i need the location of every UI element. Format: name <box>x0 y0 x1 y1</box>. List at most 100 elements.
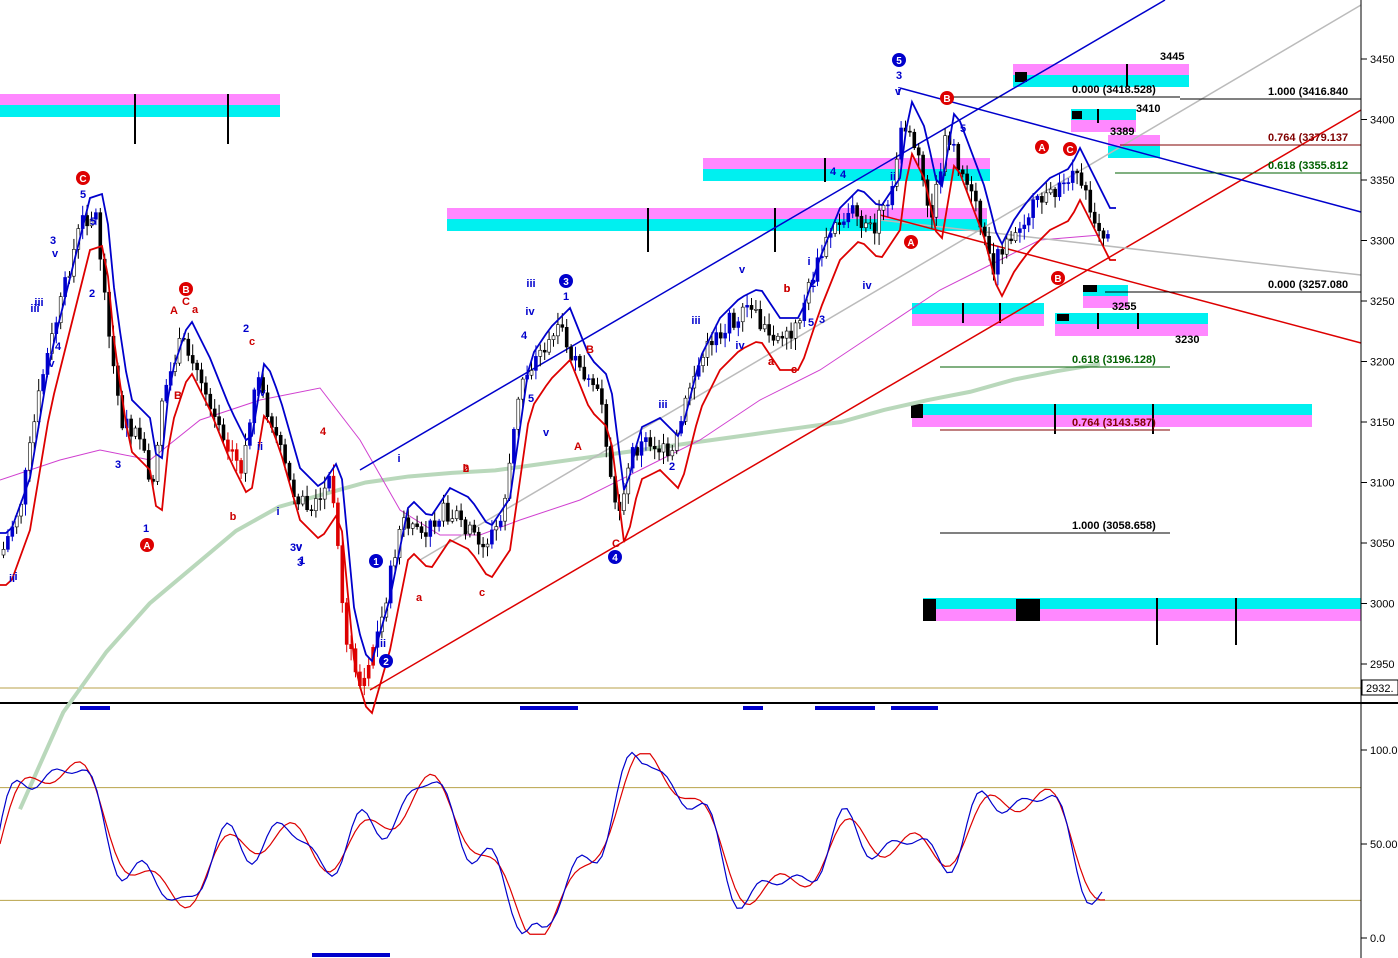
candle-body <box>468 524 472 535</box>
candle-body <box>771 334 776 341</box>
candle-body <box>859 215 864 228</box>
candle-body <box>1018 228 1022 233</box>
candle-body <box>1004 238 1009 255</box>
wave-label-red: B <box>586 344 594 356</box>
candle-body <box>969 184 974 192</box>
y-tick-label: 3050 <box>1370 538 1394 550</box>
candle-body <box>1070 170 1075 183</box>
zone-band <box>0 105 280 117</box>
candle-body <box>718 332 723 339</box>
wave-label-red: a <box>768 356 775 368</box>
zone-band <box>1055 313 1208 325</box>
candle-body <box>1000 249 1005 255</box>
candle-body <box>300 495 305 505</box>
zone-block <box>1072 111 1082 119</box>
candle-body <box>186 338 191 356</box>
candle-body <box>740 306 745 323</box>
candle-body <box>952 143 956 146</box>
candle-body <box>789 330 793 339</box>
candle-body <box>1048 188 1053 194</box>
candle-body <box>463 519 468 535</box>
y-tick-label: 3100 <box>1370 478 1394 490</box>
wave-label-blue: 1 <box>299 555 305 567</box>
candle-body <box>1013 232 1018 242</box>
wave-label-blue: 3 <box>819 314 825 326</box>
zone-band <box>923 598 1361 610</box>
y-tick-label: 3450 <box>1370 54 1394 66</box>
candle-body <box>406 517 411 529</box>
y-tick-label: 3300 <box>1370 236 1394 248</box>
candle-body <box>916 147 921 156</box>
wave-label-circled: 4 <box>612 553 618 564</box>
target-label: 3389 <box>1110 126 1134 138</box>
candle-body <box>1044 192 1049 203</box>
osc-tick-label: 50.00 <box>1370 839 1398 851</box>
wave-label-blue: v <box>739 264 746 276</box>
candle-body <box>846 212 851 223</box>
candle-body <box>529 370 534 376</box>
wave-label-circled: 3 <box>563 277 569 288</box>
candle-body <box>133 427 138 437</box>
candle-body <box>996 249 1000 275</box>
background <box>0 0 1398 958</box>
candle-body <box>569 346 573 361</box>
candle-body <box>278 435 283 446</box>
candle-body <box>1079 172 1084 186</box>
candle-body <box>366 664 371 679</box>
candle-body <box>432 520 437 527</box>
candle-body <box>1057 182 1062 198</box>
wave-label-blue: 5 <box>808 317 814 329</box>
osc-tick-label: 0.0 <box>1370 933 1385 945</box>
wave-label-blue: 5 <box>80 189 86 201</box>
candle-body <box>912 131 917 149</box>
candle-body <box>886 204 890 207</box>
wave-label-blue: 3 <box>115 459 121 471</box>
candle-body <box>666 443 670 457</box>
price-panel: 0.000 (3418.528) 1.000 (3416.840 0.764 (33… <box>0 0 1398 958</box>
wave-label-red: B <box>174 390 182 402</box>
candle-body <box>265 392 270 417</box>
wave-label-blue: iii <box>526 278 535 290</box>
candle-body <box>516 398 521 430</box>
candle-body <box>798 320 802 324</box>
wave-label-blue: 1 <box>563 291 569 303</box>
candle-body <box>542 349 547 353</box>
candle-body <box>1084 185 1088 191</box>
candle-body <box>793 322 798 339</box>
candle-body <box>212 408 217 417</box>
zone-block <box>923 599 936 621</box>
wave-label-blue: i <box>276 506 279 518</box>
candle-body <box>934 184 939 218</box>
candle-body <box>1040 196 1044 203</box>
candle-body <box>586 378 591 380</box>
candle-body <box>160 400 164 446</box>
candle-body <box>908 130 912 133</box>
wave-label-blue: 5 <box>528 393 534 405</box>
candle-body <box>710 340 714 346</box>
zone-band <box>912 303 1044 315</box>
wave-label-circled: B <box>943 94 950 105</box>
candle-body <box>322 487 327 500</box>
zone-band <box>447 219 987 231</box>
y-tick-label: 3400 <box>1370 115 1394 127</box>
candle-body <box>1031 199 1035 218</box>
fib-level-label: 1.000 (3058.658) <box>1072 520 1156 532</box>
wave-label-blue: iv <box>735 340 745 352</box>
wave-label-blue: 4 <box>55 341 62 353</box>
fib-level-label: 0.618 (3355.812 <box>1268 160 1348 172</box>
candle-body <box>221 424 226 441</box>
candle-body <box>424 532 428 537</box>
wave-label-circled: 1 <box>373 557 379 568</box>
candle-body <box>1053 188 1057 198</box>
candle-body <box>534 356 538 371</box>
wave-label-blue: iii <box>34 297 43 309</box>
candle-body <box>872 222 877 234</box>
candle-body <box>230 449 235 452</box>
candle-body <box>877 209 881 234</box>
wave-label-red: c <box>249 336 255 348</box>
wave-label-blue: iv <box>525 306 535 318</box>
candle-body <box>974 190 978 202</box>
candle-body <box>98 212 103 260</box>
candle-body <box>243 445 248 474</box>
wave-label-blue: 2 <box>243 323 249 335</box>
